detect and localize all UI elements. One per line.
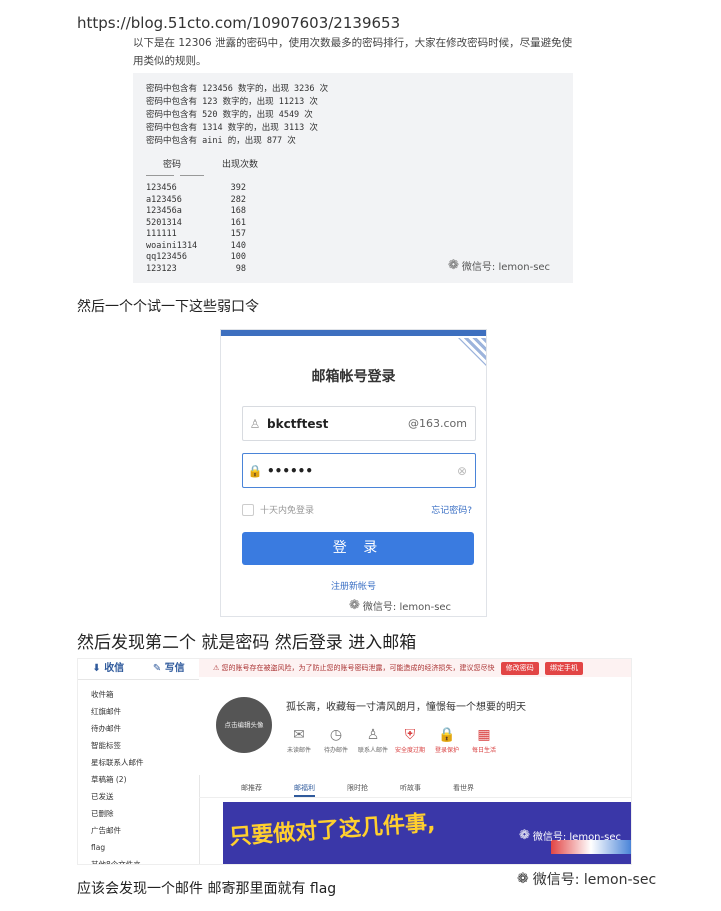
table-row: 111111 157 — [146, 229, 246, 239]
tab-welfare[interactable]: 邮福利 — [294, 779, 315, 797]
stat-line: 密码中包含有 1314 数字的，出现 3113 次 — [146, 123, 318, 133]
lock-icon: 🔒 — [438, 727, 456, 743]
username-value: bkctftest — [267, 416, 329, 431]
login-protect-shortcut[interactable]: 🔒 登录保护 — [432, 727, 462, 754]
avatar[interactable]: 点击编辑头像 — [216, 697, 272, 753]
table-row: 123456 392 — [146, 183, 246, 193]
login-title: 邮箱帐号登录 — [311, 369, 396, 385]
caption-found-password: 然后发现第二个 就是密码 然后登录 进入邮箱 — [77, 633, 417, 653]
register-link[interactable]: 注册新帐号 — [221, 579, 486, 592]
footer-watermark: ❁ 微信号: lemon-sec — [517, 871, 657, 888]
unread-mail-shortcut[interactable]: ✉ 未读邮件 — [284, 727, 314, 754]
forgot-password-link[interactable]: 忘记密码? — [431, 503, 472, 516]
mailbox-screen: ⬇ 收信 ✎ 写信 收件箱 红旗邮件 待办邮件 智能标签 星标联系人邮件 草稿箱… — [77, 658, 632, 865]
folder-item[interactable]: 草稿箱 (2) — [78, 771, 199, 788]
tab-stories[interactable]: 听故事 — [400, 779, 421, 797]
clock-icon: ◷ — [329, 727, 343, 743]
wechat-icon: ❁ — [518, 828, 530, 843]
caption-flag-hint: 应该会发现一个邮件 邮寄那里面就有 flag — [77, 881, 337, 897]
col-password-header: 密码 — [163, 160, 182, 170]
folder-item[interactable]: 已删除 — [78, 805, 199, 822]
intro-text: 以下是在 12306 泄露的密码中，使用次数最多的密码排行，大家在修改密码时候，… — [133, 37, 573, 67]
write-button[interactable]: ✎ 写信 — [153, 659, 185, 679]
login-button[interactable]: 登 录 — [242, 532, 474, 565]
stat-line: 密码中包含有 aini 的，出现 877 次 — [146, 136, 296, 146]
wechat-icon: ❁ — [448, 258, 459, 273]
wechat-watermark: ❁ 微信号: lemon-sec — [448, 258, 551, 273]
security-expired-shortcut[interactable]: ⛨ 安全度过期 — [395, 727, 425, 754]
user-icon: ♙ — [249, 416, 261, 431]
password-table: 123456 392 a123456 282 123456a 168 5201314 1… — [146, 183, 246, 275]
contact-icon: ♙ — [366, 727, 380, 743]
contact-mail-shortcut[interactable]: ♙ 联系人邮件 — [358, 727, 388, 754]
folder-item[interactable]: 红旗邮件 — [78, 703, 199, 720]
username-field[interactable]: ♙ bkctftest @163.com — [242, 406, 476, 441]
todo-mail-shortcut[interactable]: ◷ 待办邮件 — [321, 727, 351, 754]
folder-item[interactable]: 待办邮件 — [78, 720, 199, 737]
caption-try-weak-passwords: 然后一个个试一下这些弱口令 — [77, 299, 259, 315]
mail-icon: ✉ — [293, 727, 305, 743]
folder-item[interactable]: 收件箱 — [78, 686, 199, 703]
qr-code-icon[interactable] — [458, 338, 486, 366]
mail-sidebar: ⬇ 收信 ✎ 写信 收件箱 红旗邮件 待办邮件 智能标签 星标联系人邮件 草稿箱… — [78, 659, 200, 864]
content-tabs: 邮推荐 邮福利 限时抢 听故事 看世界 — [199, 779, 631, 798]
divider — [146, 175, 174, 176]
table-row: 123456a 168 — [146, 206, 246, 216]
clear-icon[interactable]: ⊗ — [457, 464, 475, 478]
table-row: qq123456 100 — [146, 252, 246, 262]
profile-slogan: 孤长离，收藏每一寸清风朗月，憧憬每一个想要的明天 — [286, 702, 526, 713]
wechat-watermark: ❁ 微信号: lemon-sec — [349, 598, 452, 613]
stat-line: 密码中包含有 123 数字的，出现 11213 次 — [146, 97, 318, 107]
password-field[interactable]: 🔒 •••••• ⊗ — [242, 453, 476, 488]
page-url: https://blog.51cto.com/10907603/2139653 — [77, 14, 401, 32]
tab-recommend[interactable]: 邮推荐 — [241, 779, 262, 797]
bind-phone-button[interactable]: 绑定手机 — [544, 662, 583, 675]
promo-banner[interactable]: 只要做对了这几件事, ❁ 微信号: lemon-sec — [223, 802, 631, 864]
banner-text: 只要做对了这几件事, — [228, 810, 437, 851]
password-stats-box: 密码中包含有 123456 数字的，出现 3236 次 密码中包含有 123 数… — [133, 73, 573, 283]
warning-icon: ⚠ — [213, 664, 220, 672]
calendar-icon: ▦ — [477, 727, 491, 743]
stat-line: 密码中包含有 520 数字的，出现 4549 次 — [146, 110, 313, 120]
email-domain: @163.com — [408, 417, 467, 430]
security-alert: ⚠ 您的账号存在被盗风险，为了防止您的账号密码泄露，可能造成的经济损失，建议您尽… — [199, 659, 631, 677]
folder-item[interactable]: 广告邮件 — [78, 822, 199, 839]
login-panel: 邮箱帐号登录 ♙ bkctftest @163.com 🔒 •••••• ⊗ 十… — [221, 330, 486, 616]
table-row: woaini1314 140 — [146, 240, 246, 251]
shield-icon: ⛨ — [404, 727, 416, 743]
table-row: 5201314 161 — [146, 217, 246, 228]
remember-login[interactable]: 十天内免登录 — [242, 503, 314, 516]
daily-life-shortcut[interactable]: ▦ 每日生活 — [469, 727, 499, 754]
wechat-icon: ❁ — [517, 871, 529, 887]
divider — [180, 175, 204, 176]
table-row: 123123 98 — [146, 263, 246, 274]
tab-world[interactable]: 看世界 — [453, 779, 474, 797]
folder-item[interactable]: 智能标签 — [78, 737, 199, 754]
lock-icon: 🔒 — [247, 463, 263, 478]
remember-checkbox — [242, 503, 254, 516]
change-password-button[interactable]: 修改密码 — [500, 662, 539, 675]
password-value: •••••• — [267, 463, 314, 478]
profile-area: 点击编辑头像 孤长离，收藏每一寸清风朗月，憧憬每一个想要的明天 ✉ 未读邮件 ◷ 待… — [199, 677, 631, 775]
folder-item-flag[interactable]: flag — [78, 839, 199, 856]
stat-line: 密码中包含有 123456 数字的，出现 3236 次 — [146, 84, 329, 94]
receive-button[interactable]: ⬇ 收信 — [92, 659, 124, 679]
folder-item[interactable]: 星标联系人邮件 — [78, 754, 199, 771]
wechat-icon: ❁ — [349, 598, 360, 613]
table-row: a123456 282 — [146, 194, 246, 205]
wechat-watermark: ❁ 微信号: lemon-sec — [518, 828, 621, 843]
tab-flash-sale[interactable]: 限时抢 — [347, 779, 368, 797]
col-count-header: 出现次数 — [222, 160, 259, 170]
folder-item[interactable]: 其他8个文件夹 — [78, 856, 199, 864]
folder-item[interactable]: 已发送 — [78, 788, 199, 805]
